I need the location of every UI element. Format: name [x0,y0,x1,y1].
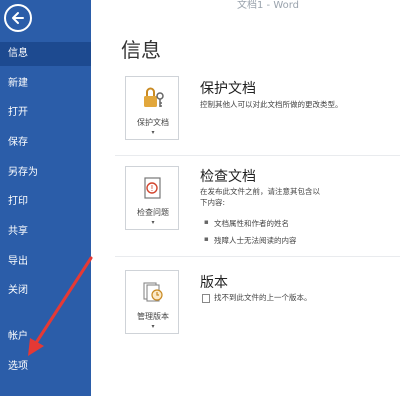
versions-description: 找不到此文件的上一个版本。 [214,293,312,302]
svg-text:!: ! [150,184,153,193]
nav-save[interactable]: 保存 [0,131,91,155]
inspect-document-description-line2: 下内容: [200,198,226,207]
inspect-bullet-item: 残障人士无法阅读的内容 [214,236,297,245]
chevron-down-icon: ▾ [151,129,155,136]
check-issues-button-label: 检查问题 [137,208,169,217]
versions-title: 版本 [200,275,228,291]
lock-key-icon [144,87,164,107]
bullet-icon: ▪ [204,218,209,226]
manage-versions-button[interactable]: 管理版本 ▾ [125,270,179,334]
nav-print[interactable]: 打印 [0,190,91,214]
nav-info[interactable]: 信息 [0,42,91,66]
chevron-down-icon: ▾ [151,323,155,330]
nav-new[interactable]: 新建 [0,72,91,96]
chevron-down-icon: ▾ [151,219,155,226]
nav-open[interactable]: 打开 [0,101,91,125]
bullet-icon: ▪ [204,235,209,243]
nav-close[interactable]: 关闭 [0,279,91,303]
protect-document-description: 控制其他人可以对此文档所做的更改类型。 [200,100,343,109]
nav-export[interactable]: 导出 [0,250,91,274]
check-issues-button[interactable]: ! 检查问题 ▾ [125,166,179,230]
nav-options[interactable]: 选项 [0,355,91,379]
inspect-document-title: 检查文档 [200,169,256,185]
page-title: 信息 [121,38,161,62]
versions-icon [143,282,163,302]
divider [115,155,400,156]
back-arrow-icon [12,12,24,24]
divider [115,256,400,257]
nav-account[interactable]: 帐户 [0,325,91,349]
inspect-bullet-item: 文档属性和作者的姓名 [214,219,289,228]
nav-save-as[interactable]: 另存为 [0,161,91,185]
protect-document-button-label: 保护文档 [137,118,169,127]
nav-share[interactable]: 共享 [0,220,91,244]
window-title: 文档1 - Word [237,0,300,11]
protect-document-title: 保护文档 [200,81,256,97]
back-button[interactable] [4,4,32,32]
manage-versions-button-label: 管理版本 [137,312,169,321]
protect-document-button[interactable]: 保护文档 ▾ [125,76,179,140]
backstage-sidebar: 信息 新建 打开 保存 另存为 打印 共享 导出 关闭 帐户 选项 [0,0,91,396]
document-icon [202,294,210,303]
document-inspect-icon: ! [144,177,161,199]
